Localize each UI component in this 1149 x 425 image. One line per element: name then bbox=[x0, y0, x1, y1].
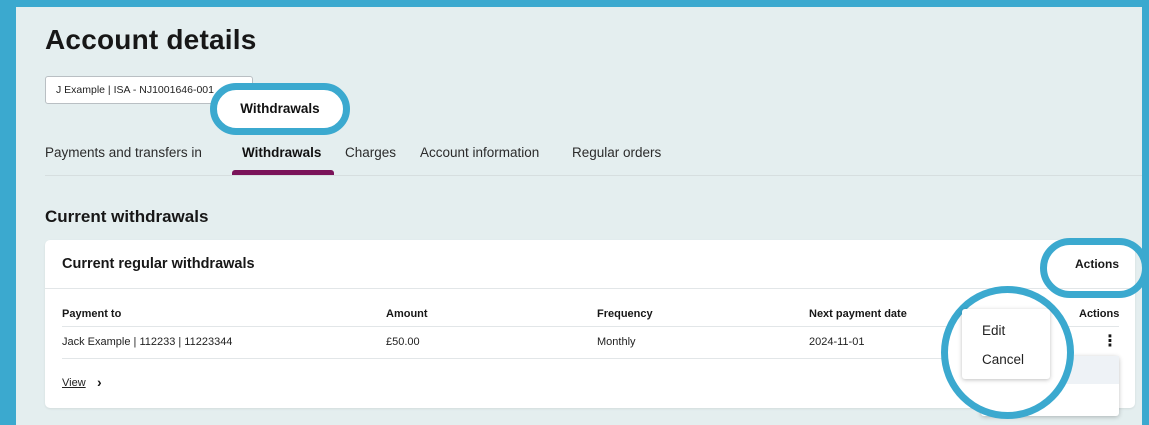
section-title: Current withdrawals bbox=[45, 207, 209, 226]
row-actions-kebab-icon[interactable]: ⋮ bbox=[1102, 333, 1118, 351]
app-frame: Account details J Example | ISA - NJ1001… bbox=[0, 0, 1149, 425]
actions-button-highlight bbox=[1040, 238, 1142, 298]
withdrawals-tab-callout: Withdrawals bbox=[210, 83, 350, 135]
view-link[interactable]: View bbox=[62, 377, 86, 389]
chevron-right-icon: › bbox=[97, 374, 102, 390]
column-header-amount: Amount bbox=[386, 308, 428, 320]
tab-withdrawals[interactable]: Withdrawals bbox=[242, 145, 321, 160]
column-header-next-payment-date: Next payment date bbox=[809, 308, 907, 320]
zoomed-menu-item-cancel[interactable]: Cancel bbox=[982, 352, 1024, 367]
column-header-actions: Actions bbox=[1079, 308, 1120, 320]
cell-next-payment-date: 2024-11-01 bbox=[809, 336, 865, 348]
cell-frequency: Monthly bbox=[597, 336, 636, 348]
column-header-payment-to: Payment to bbox=[62, 308, 122, 320]
column-header-frequency: Frequency bbox=[597, 308, 653, 320]
tab-charges[interactable]: Charges bbox=[345, 145, 396, 160]
active-tab-indicator bbox=[232, 170, 334, 175]
page-title: Account details bbox=[45, 24, 257, 55]
cell-payment-to: Jack Example | 112233 | 11223344 bbox=[62, 336, 233, 348]
tab-payments-and-transfers-in[interactable]: Payments and transfers in bbox=[45, 145, 202, 160]
card-title: Current regular withdrawals bbox=[62, 256, 255, 272]
tab-account-information[interactable]: Account information bbox=[420, 145, 539, 160]
card-header: Current regular withdrawals Actions bbox=[45, 240, 1135, 289]
zoomed-menu-item-edit[interactable]: Edit bbox=[982, 323, 1005, 338]
tab-bar: Payments and transfers in Withdrawals Ch… bbox=[45, 137, 1142, 176]
cell-amount: £50.00 bbox=[386, 336, 420, 348]
withdrawals-callout-label: Withdrawals bbox=[240, 101, 320, 116]
zoomed-row-menu: Edit Cancel bbox=[962, 309, 1050, 379]
tab-regular-orders[interactable]: Regular orders bbox=[572, 145, 661, 160]
